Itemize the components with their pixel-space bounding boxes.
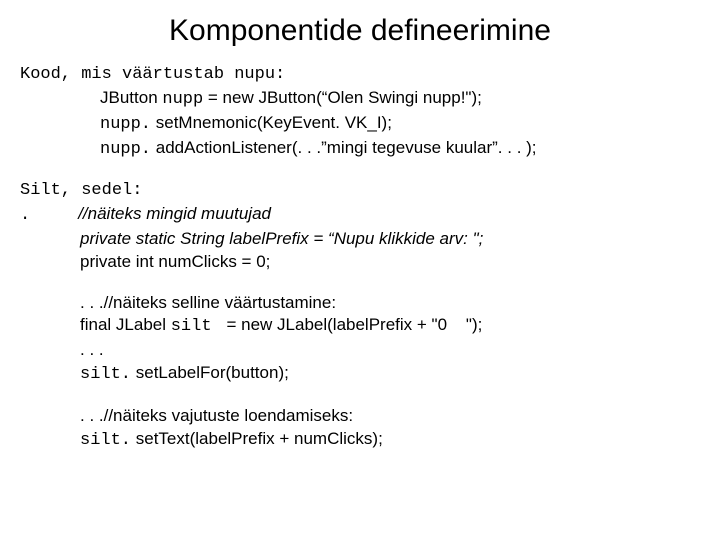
section1-line2: nupp. setMnemonic(KeyEvent. VK_I); (20, 112, 700, 137)
section3-line3: silt. setLabelFor(button); (20, 362, 700, 387)
section3-comment: . . .//näiteks selline väärtustamine: (20, 292, 700, 315)
section3-line2: . . . (20, 339, 700, 362)
section2-comment: .//näiteks mingid muutujad (20, 203, 700, 228)
section1-line1: JButton nupp = new JButton(“Olen Swingi … (20, 87, 700, 112)
code-section-2: Silt, sedel: .//näiteks mingid muutujad … (20, 180, 700, 274)
section2-line1: private static String labelPrefix = “Nup… (20, 228, 700, 251)
section1-line3: nupp. addActionListener(. . .”mingi tege… (20, 137, 700, 162)
code-section-1: Kood, mis väärtustab nupu: JButton nupp … (20, 64, 700, 162)
section4-line1: silt. setText(labelPrefix + numClicks); (20, 428, 700, 453)
section1-lead: Kood, mis väärtustab nupu: (20, 64, 700, 87)
section4-comment: . . .//näiteks vajutuste loendamiseks: (20, 405, 700, 428)
section2-line2: private int numClicks = 0; (20, 251, 700, 274)
section3-line1: final JLabel silt = new JLabel(labelPref… (20, 314, 700, 339)
code-section-3: . . .//näiteks selline väärtustamine: fi… (20, 292, 700, 388)
slide-content: Komponentide defineerimine Kood, mis vää… (0, 0, 720, 491)
section2-lead: Silt, sedel: (20, 180, 700, 203)
code-section-4: . . .//näiteks vajutuste loendamiseks: s… (20, 405, 700, 453)
slide-title: Komponentide defineerimine (20, 14, 700, 48)
